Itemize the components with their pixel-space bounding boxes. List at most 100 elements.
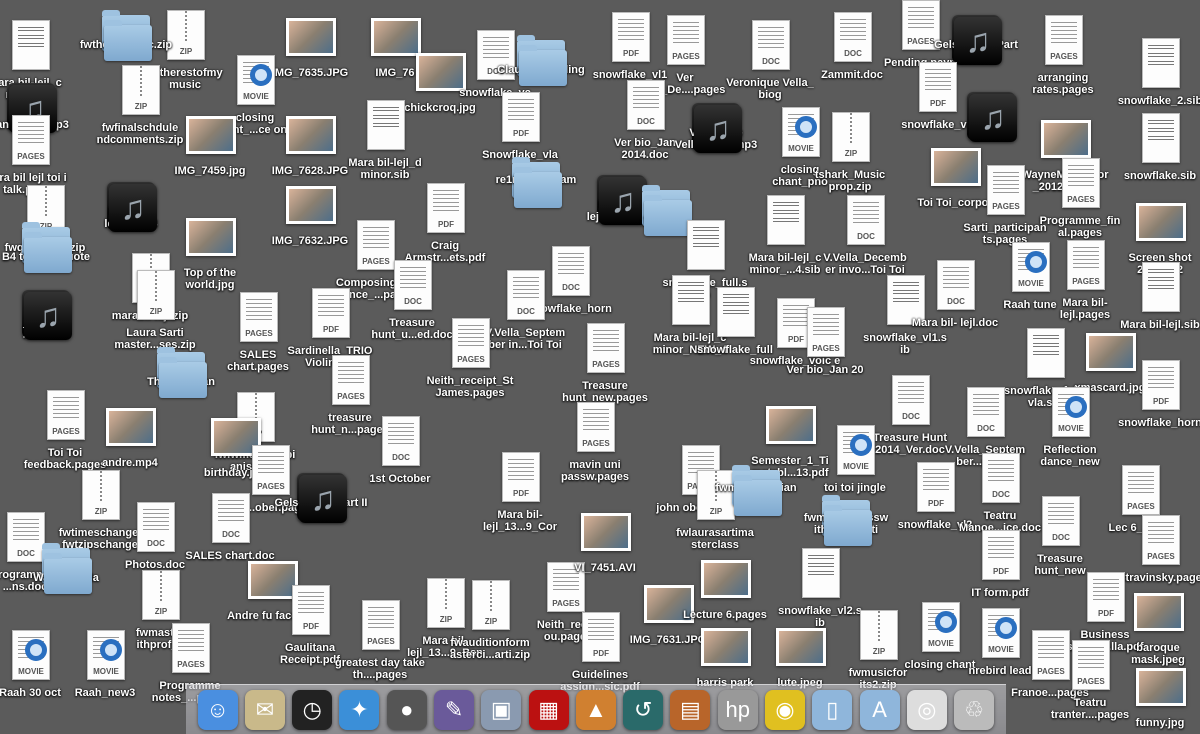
dock-facetime-icon[interactable]: ● [386,690,427,730]
pages-document-icon: PAGES [328,355,372,409]
dock-keynote-icon[interactable]: ▤ [670,690,711,730]
dock-iphoto-icon[interactable]: ▲ [575,690,616,730]
zip-archive-icon: ZIP [468,580,512,634]
dock-applications-folder-icon[interactable]: A [859,690,900,730]
dock-chrome-icon[interactable]: ◉ [765,690,806,730]
pages-document-icon: PAGES [803,307,847,361]
desktop-item[interactable]: PAGES Ver bio_Jan 20 [777,307,873,376]
image-thumbnail-icon [1136,195,1186,249]
desktop-item[interactable]: ♫Mara bil-lejl_4.mp3 [104,182,158,232]
zip-archive-icon: ZIP [828,112,872,166]
desktop-item[interactable]: IMG_7459.jpg [162,108,258,177]
document-icon: DOC [378,416,422,470]
file-badge: MOVIE [843,462,869,471]
file-label: andre.mp4 [102,457,158,469]
file-badge: DOC [1052,533,1070,542]
file-badge: PDF [303,622,319,631]
desktop-item[interactable]: ♫Gelsomina_Part !.mp3 [934,15,1018,65]
desktop-item[interactable]: ♫Gelsomina_Part II .mp3 [275,473,367,523]
image-thumbnail-icon [1134,585,1184,639]
desktop-item[interactable]: ♫]=[--.m4a [22,290,72,340]
dock-preview-icon[interactable]: ▣ [481,690,522,730]
desktop-item[interactable]: PDFGuidelines assign...sic.pdf [552,612,648,693]
desktop-item[interactable]: B4 textiles quote [2,222,90,273]
pdf-document-icon: PDF [288,585,332,639]
desktop-item[interactable]: IMG_7632.JPG [262,178,358,247]
file-badge: PAGES [1077,677,1105,686]
pages-document-icon: PAGES [1068,640,1112,694]
dock-safari-icon[interactable]: ✦ [339,690,380,730]
dock-mail-icon[interactable]: ✉ [244,690,285,730]
file-badge: PDF [438,220,454,229]
desktop-item[interactable]: DOC Mara bil- lejl.doc [907,260,1003,329]
desktop-item[interactable]: PDF Snowflake_vla [472,92,568,161]
desktop-item[interactable]: ZIP Laura Sarti master...ses.zip [107,270,203,351]
dock-finder-icon[interactable]: ☺ [197,690,238,730]
desktop-item[interactable]: PAGES Neith_receipt_St James.pages [422,318,518,399]
pdf-document-icon: PDF [308,288,352,342]
dock-hp-utility-icon[interactable]: hp [717,690,758,730]
sibelius-score-icon [763,195,807,249]
desktop-item[interactable]: Claudia wedding [497,35,585,86]
file-label: Mara bil- lejl.doc [911,317,999,329]
file-badge: PAGES [257,482,285,491]
dock-photo-booth-icon[interactable]: ▦ [528,690,569,730]
desktop-item[interactable]: Mara bil-lejl_d minor.sib [337,100,433,181]
document-icon: DOC [748,20,792,74]
desktop-item[interactable]: PDF Craig Armstr...ets.pdf [397,183,493,264]
desktop-item[interactable]: Lecture 6.pages [677,552,773,621]
file-badge: DOC [222,530,240,539]
file-badge: ZIP [149,307,163,316]
file-badge: PAGES [1067,195,1095,204]
pdf-document-icon: PDF [1138,360,1182,414]
desktop-item[interactable]: Mara bil-lejl.sib [1112,262,1200,331]
desktop-item[interactable]: VI_7451.AVI [557,505,653,574]
desktop-item[interactable]: DOC SALES chart.doc [182,493,278,562]
movie-file-icon: MOVIE [8,630,52,684]
dock-dashboard-icon[interactable]: ◷ [292,690,333,730]
desktop-item[interactable]: PDF Mara bil-lejl_13...9_Cor [472,452,568,533]
document-icon: DOC [933,260,977,314]
desktop-item[interactable]: fwmasterclassw ithprof_sarti [804,495,888,546]
desktop-item[interactable]: harris park [677,620,773,689]
desktop-item[interactable]: PDF IT form.pdf [952,530,1048,599]
desktop-item[interactable]: fwthere music.zip [80,10,172,61]
desktop-item[interactable]: PAGESara bil lejl toi i talk.pages [0,115,78,196]
dock-script-editor-icon[interactable]: ✎ [434,690,475,730]
desktop-item[interactable]: fwmusicforpian its2 [715,465,797,516]
dock-documents-folder-icon[interactable]: ▯ [812,690,853,730]
desktop-item[interactable]: DOC V.Vella_Decemb er invo...Toi Toi [817,195,913,276]
file-badge: DOC [947,297,965,306]
image-thumbnail-icon [286,178,336,232]
desktop-item[interactable]: re1novprogram me [496,157,576,208]
file-badge: PDF [323,325,339,334]
desktop-item[interactable]: PAGES arranging rates.pages [1015,15,1111,96]
dock-time-machine-icon[interactable]: ↺ [623,690,664,730]
file-badge: PAGES [1050,52,1078,61]
file-label: IMG_7632.JPG [271,235,349,247]
image-thumbnail-icon [701,552,751,606]
file-badge: PAGES [367,637,395,646]
desktop-item[interactable]: PDF snowflake_horn [1112,360,1200,429]
dock-trash-icon[interactable]: ♲ [954,690,995,730]
folder-icon [824,500,872,546]
desktop-item[interactable]: This old man [147,347,215,398]
desktop-item[interactable]: ♫Gelsomi [967,92,1017,142]
desktop-item[interactable]: snowflake_2.sib [1112,38,1200,107]
pdf-document-icon: PDF [498,92,542,146]
desktop: ara bil-lejl_c minor_22♫ianoSong.mp3PAGE… [0,0,1200,734]
file-badge: PAGES [52,427,80,436]
file-badge: PAGES [552,599,580,608]
desktop-item[interactable]: ZIP tshark_Music prop.zip [802,112,898,193]
desktop-item[interactable]: PAGES Treasure hunt_new.pages [557,323,653,404]
dock-downloads-stack-icon[interactable]: ◎ [906,690,947,730]
desktop-item[interactable]: ♫Veronique Vella_S...la.mp3 [675,103,757,153]
file-badge: PAGES [457,355,485,364]
desktop-item[interactable]: Warren Vella [33,543,99,594]
pages-document-icon: PAGES [573,402,617,456]
desktop-item[interactable]: andre.mp4 [82,400,178,469]
desktop-item[interactable]: DOC 1st October [352,416,448,485]
desktop-item[interactable]: PDF snowflake_vl1 [582,12,678,81]
desktop-item[interactable]: funny.jpg [1112,660,1200,729]
file-badge: PAGES [582,439,610,448]
